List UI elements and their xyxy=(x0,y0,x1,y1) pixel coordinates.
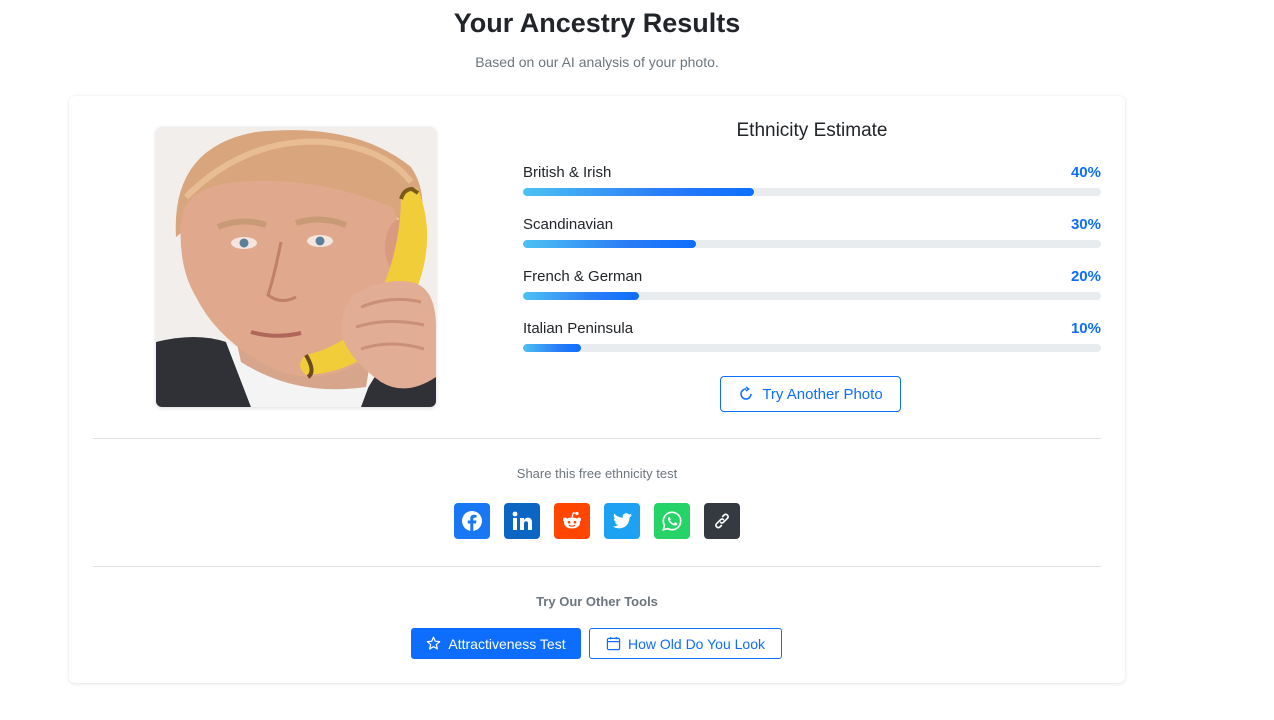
refresh-icon xyxy=(740,386,753,400)
estimate-row-british-irish: British & Irish 40% xyxy=(523,164,1101,204)
estimate-percent: 10% xyxy=(1070,320,1101,337)
page-subtitle: Based on our AI analysis of your photo. xyxy=(475,54,719,70)
link-icon xyxy=(715,513,729,529)
progress-fill xyxy=(523,292,639,300)
divider xyxy=(93,438,1101,439)
estimate-percent: 20% xyxy=(1070,268,1101,285)
progress-fill xyxy=(523,240,697,248)
progress-track xyxy=(523,240,1101,248)
uploaded-photo xyxy=(156,127,436,407)
page-title: Your Ancestry Results xyxy=(453,8,741,38)
estimate-label: Italian Peninsula xyxy=(523,320,634,337)
progress-track xyxy=(523,188,1101,196)
share-whatsapp-button[interactable] xyxy=(654,503,690,539)
share-buttons xyxy=(454,503,740,539)
estimate-row-scandinavian: Scandinavian 30% xyxy=(523,216,1101,256)
star-icon xyxy=(427,636,441,650)
facebook-icon xyxy=(462,511,482,531)
estimate-percent: 30% xyxy=(1070,216,1101,233)
how-old-do-you-look-button[interactable]: How Old Do You Look xyxy=(589,628,782,659)
other-tools-title: Try Our Other Tools xyxy=(536,594,658,609)
estimate-label: French & German xyxy=(523,268,643,285)
estimate-label: British & Irish xyxy=(523,164,612,181)
estimate-percent: 40% xyxy=(1070,164,1101,181)
progress-fill xyxy=(523,188,755,196)
try-another-photo-button[interactable]: Try Another Photo xyxy=(720,376,901,412)
progress-fill xyxy=(523,344,581,352)
attractiveness-test-button[interactable]: Attractiveness Test xyxy=(411,628,581,659)
reddit-icon xyxy=(563,511,581,529)
share-text: Share this free ethnicity test xyxy=(516,466,678,481)
share-facebook-button[interactable] xyxy=(454,503,490,539)
linkedin-icon xyxy=(512,511,532,530)
estimate-row-italian-peninsula: Italian Peninsula 10% xyxy=(523,320,1101,360)
copy-link-button[interactable] xyxy=(704,503,740,539)
estimate-label: Scandinavian xyxy=(523,216,614,233)
portrait-image xyxy=(156,127,436,407)
ethnicity-estimate-title: Ethnicity Estimate xyxy=(736,120,888,141)
try-another-photo-label: Try Another Photo xyxy=(762,385,883,403)
estimate-row-french-german: French & German 20% xyxy=(523,268,1101,308)
how-old-do-you-look-label: How Old Do You Look xyxy=(628,635,765,652)
share-linkedin-button[interactable] xyxy=(504,503,540,539)
divider xyxy=(93,566,1101,567)
progress-track xyxy=(523,344,1101,352)
calendar-icon xyxy=(606,636,621,651)
twitter-icon xyxy=(612,513,633,529)
share-reddit-button[interactable] xyxy=(554,503,590,539)
share-twitter-button[interactable] xyxy=(604,503,640,539)
attractiveness-test-label: Attractiveness Test xyxy=(448,635,566,652)
whatsapp-icon xyxy=(662,511,682,531)
results-card: Ethnicity Estimate British & Irish 40% S… xyxy=(69,96,1125,683)
progress-track xyxy=(523,292,1101,300)
